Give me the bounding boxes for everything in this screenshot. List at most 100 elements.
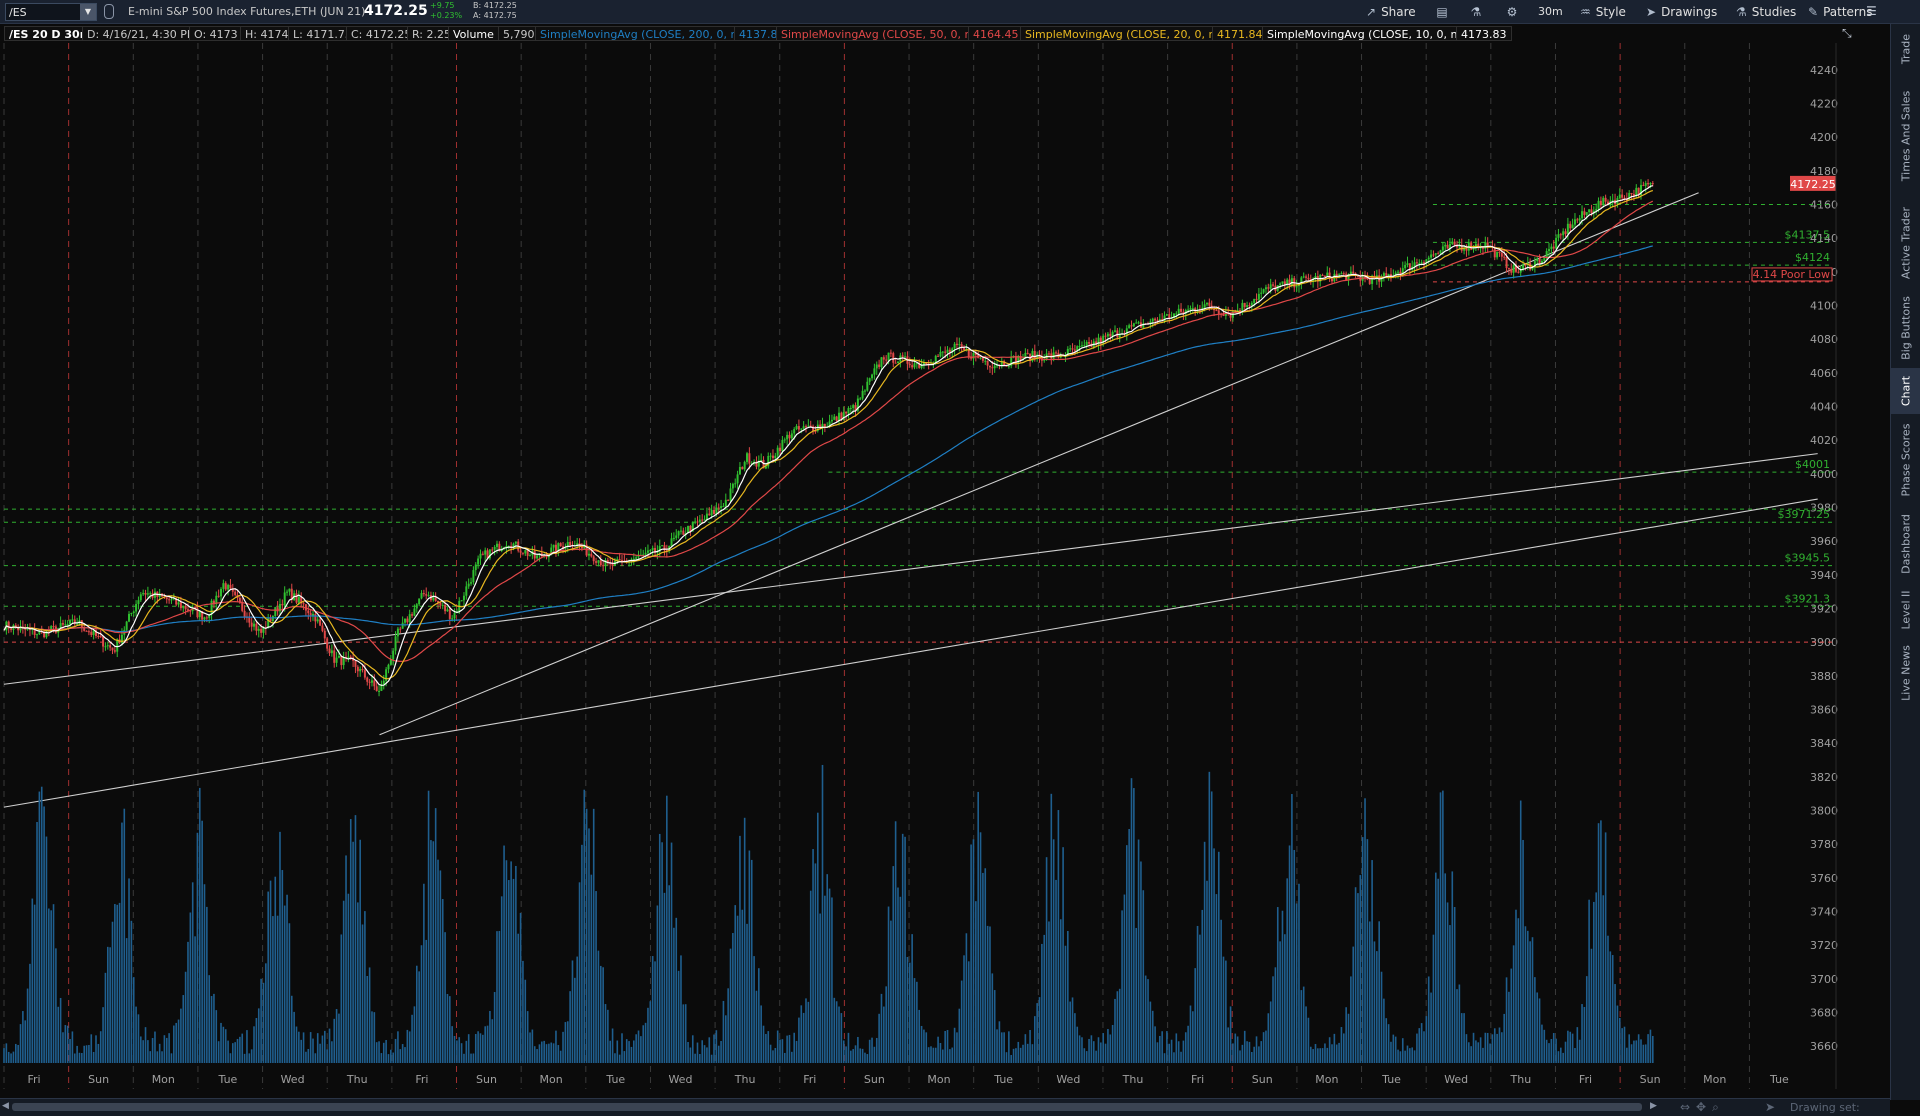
tab-active-trader[interactable]: Active Trader (1891, 198, 1920, 288)
volume-bar (1083, 1048, 1086, 1063)
volume-bar (1269, 1001, 1272, 1063)
watchlist-icon[interactable]: ▤ (1432, 3, 1452, 21)
volume-bar (1376, 951, 1378, 1063)
candle-body (790, 433, 793, 439)
volume-bar (453, 1035, 456, 1063)
volume-bar (458, 1037, 461, 1063)
candle-body (830, 419, 833, 422)
volume-bar (85, 1045, 88, 1063)
drawings-button[interactable]: ➤ Drawings (1646, 2, 1717, 22)
ask-value: A: 4172.75 (473, 11, 517, 20)
price-level-label: $4124 (1795, 251, 1830, 264)
volume-bar (1062, 847, 1064, 1063)
tab-times-and-sales[interactable]: Times And Sales (1891, 76, 1920, 196)
candle-body (1427, 257, 1430, 260)
candle-body (1420, 262, 1423, 264)
volume-bar (505, 860, 508, 1063)
studies-button[interactable]: ⚗ Studies (1736, 2, 1796, 22)
chart-canvas[interactable]: 3660 3680 3700 3720 3740 3760 3780 3800 3820 3840… (0, 43, 1840, 1100)
candle-body (420, 593, 423, 599)
zoom-pan-icons[interactable]: ⇔✥⌕ (1680, 1100, 1725, 1115)
volume-bar (253, 1026, 255, 1063)
tab-trade[interactable]: Trade (1891, 24, 1920, 74)
study-sma50-label[interactable]: SimpleMovingAvg (CLOSE, 50, 0, no) (776, 26, 988, 41)
volume-bar (555, 1030, 557, 1063)
grid-menu-icon[interactable]: ☰ (1866, 4, 1877, 18)
tab-live-news[interactable]: Live News (1891, 638, 1920, 708)
volume-bar (1220, 919, 1222, 1063)
gear-icon[interactable]: ⚙ (1502, 3, 1522, 21)
study-sma200-label[interactable]: SimpleMovingAvg (CLOSE, 200, 0, no) (535, 26, 754, 41)
volume-bar (526, 1011, 529, 1063)
volume-bar (24, 1020, 27, 1063)
tab-dashboard[interactable]: Dashboard (1891, 506, 1920, 582)
volume-bar (224, 1029, 227, 1063)
candle-body (1305, 276, 1308, 278)
candle-body (1432, 254, 1435, 256)
volume-bar (842, 1040, 845, 1063)
volume-bar (470, 1053, 472, 1063)
candle-body (453, 612, 456, 619)
link-icon[interactable] (104, 4, 114, 19)
timeframe-button[interactable]: 30m (1538, 2, 1563, 22)
volume-bar (993, 990, 996, 1063)
horizontal-scrollbar[interactable]: ◀ ▶ ⇔✥⌕ ➤ Drawing set: ESM21 (0, 1098, 1890, 1116)
volume-bar (1064, 945, 1067, 1063)
volume-bar (427, 790, 430, 1063)
share-button[interactable]: ↗ Share (1366, 2, 1416, 22)
patterns-button[interactable]: ✎ Patterns (1808, 2, 1873, 22)
scroll-right-icon[interactable]: ▶ (1650, 1101, 1657, 1111)
volume-bar (50, 910, 52, 1063)
volume-bar (1182, 1040, 1185, 1063)
volume-label[interactable]: Volume (448, 26, 499, 41)
scroll-thumb[interactable] (12, 1103, 1642, 1111)
candle-body (217, 595, 220, 597)
tab-chart[interactable]: Chart (1891, 368, 1920, 414)
volume-bar (423, 883, 425, 1063)
study-sma20-label[interactable]: SimpleMovingAvg (CLOSE, 20, 0, no) (1020, 26, 1232, 41)
volume-bar (1583, 1006, 1586, 1063)
symbol-selector[interactable]: ▼ (5, 3, 97, 21)
volume-bar (590, 874, 593, 1063)
volume-bar (583, 789, 586, 1063)
volume-bar (385, 1039, 387, 1063)
volume-bar (989, 926, 991, 1063)
volume-bar (45, 836, 48, 1063)
scroll-left-icon[interactable]: ◀ (2, 1101, 9, 1111)
volume-bar (434, 808, 437, 1063)
y-tick-label: 3940 (1810, 569, 1838, 582)
candle-body (444, 605, 447, 612)
price-chart[interactable]: 3660 3680 3700 3720 3740 3760 3780 3800 3820 3840… (0, 43, 1840, 1100)
candle-body (1576, 219, 1579, 221)
volume-bar (1111, 1024, 1114, 1063)
volume-bar (14, 1043, 17, 1063)
candle-body (99, 636, 102, 638)
tab-phase-scores[interactable]: Phase Scores (1891, 416, 1920, 504)
study-sma10-label[interactable]: SimpleMovingAvg (CLOSE, 10, 0, no) (1262, 26, 1474, 41)
candle-body (182, 605, 185, 609)
symbol-input[interactable] (9, 5, 79, 19)
volume-bar (1022, 1044, 1024, 1063)
collapse-icon[interactable]: ⤡ (1842, 26, 1852, 41)
candle-body (411, 614, 414, 616)
volume-bar (1401, 1038, 1404, 1063)
style-button[interactable]: ♒ Style (1580, 2, 1626, 22)
tab-big-buttons[interactable]: Big Buttons (1891, 290, 1920, 366)
volume-bar (1057, 810, 1060, 1063)
volume-bar (1442, 790, 1444, 1063)
volume-bar (713, 1034, 715, 1063)
candle-body (1649, 183, 1652, 185)
volume-bar (1324, 1043, 1326, 1063)
volume-bar (1472, 1032, 1475, 1063)
volume-bar (286, 894, 288, 1063)
flask-icon[interactable]: ⚗ (1466, 3, 1486, 21)
candle-body (913, 363, 916, 368)
chevron-down-icon[interactable]: ▼ (80, 4, 96, 20)
volume-bar (57, 1006, 60, 1063)
tab-level-ii[interactable]: Level II (1891, 584, 1920, 636)
candle-body (139, 594, 142, 601)
candle-body (434, 597, 437, 601)
cursor-icon[interactable]: ➤ (1765, 1100, 1775, 1114)
volume-bar (1430, 992, 1432, 1063)
volume-bar (720, 1040, 722, 1063)
